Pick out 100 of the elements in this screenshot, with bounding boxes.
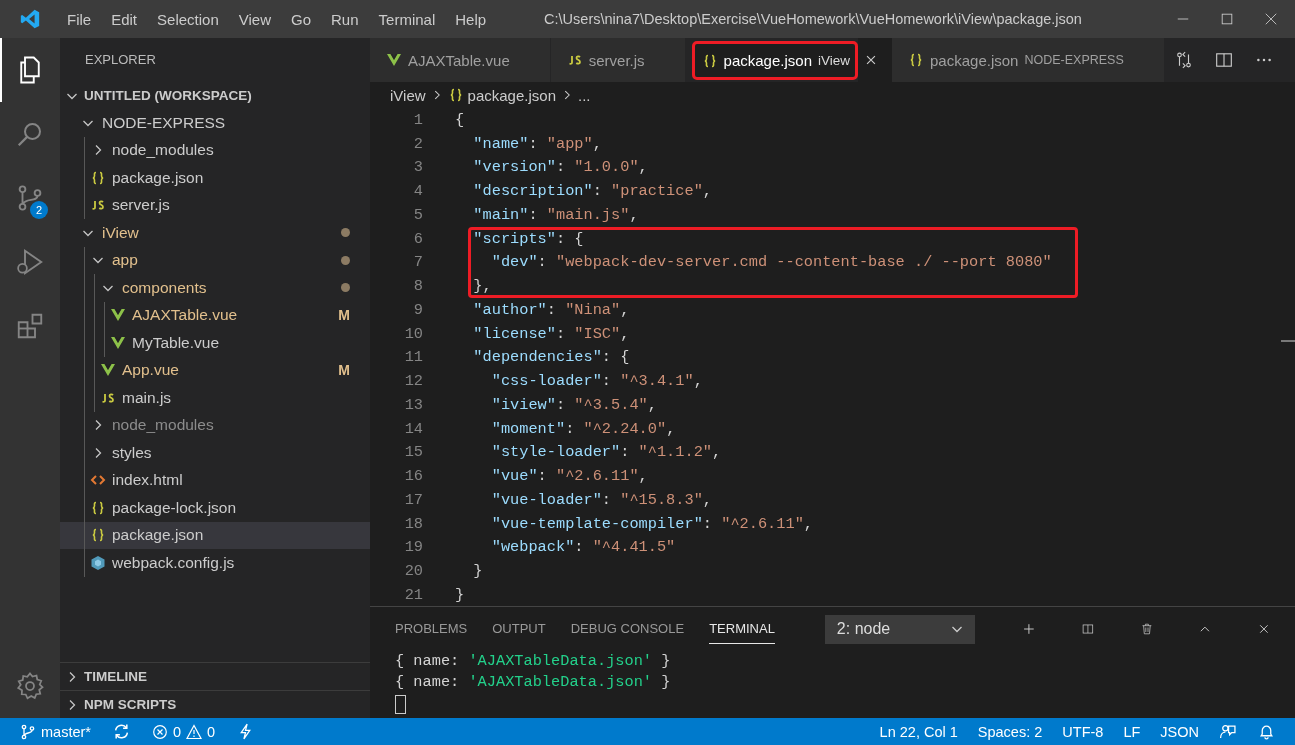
split-editor-icon[interactable] xyxy=(1215,51,1233,69)
explorer-entry[interactable]: package-lock.json xyxy=(60,494,370,522)
code-line: "vue-loader": "^15.8.3", xyxy=(490,490,713,509)
entry-name: MyTable.vue xyxy=(132,333,219,352)
status-item[interactable]: Spaces: 2 xyxy=(977,723,1043,740)
menu-item[interactable]: Help xyxy=(445,10,497,28)
sync-icon[interactable] xyxy=(112,723,130,740)
feedback-icon[interactable] xyxy=(1219,723,1236,740)
editor-tab[interactable]: package.json iView xyxy=(691,41,859,80)
line-number: 21 xyxy=(403,585,423,604)
branch-name: master* xyxy=(41,723,91,740)
tab-title: AJAXTable.vue xyxy=(408,51,510,69)
section-title: NPM SCRIPTS xyxy=(84,697,177,712)
explorer-entry[interactable]: package.json xyxy=(60,164,370,192)
menu-item[interactable]: Selection xyxy=(147,10,229,28)
panel-tab[interactable]: DEBUG CONSOLE xyxy=(570,614,685,644)
status-item[interactable]: LF xyxy=(1123,723,1141,740)
run-debug-icon[interactable] xyxy=(15,247,45,277)
menu-item[interactable]: Terminal xyxy=(368,10,446,28)
breadcrumb-item[interactable]: package.json xyxy=(467,86,556,104)
section-header[interactable]: TIMELINE xyxy=(60,662,370,690)
terminal-dropdown[interactable]: 2: node xyxy=(824,614,975,644)
explorer-entry[interactable]: AJAXTable.vue M xyxy=(60,301,370,329)
tab-title: server.js xyxy=(588,51,645,69)
terminal-cursor xyxy=(395,695,406,714)
code-line: "main": "main.js", xyxy=(472,205,639,224)
panel-tab[interactable]: OUTPUT xyxy=(492,614,546,644)
menu-item[interactable]: File xyxy=(57,10,102,28)
workspace-name: UNTITLED (WORKSPACE) xyxy=(84,88,252,103)
line-number: 12 xyxy=(403,372,423,391)
bell-icon[interactable] xyxy=(1258,723,1275,740)
code-line: } xyxy=(455,585,465,604)
status-item[interactable]: UTF-8 xyxy=(1062,723,1104,740)
entry-name: server.js xyxy=(112,196,170,215)
explorer-entry[interactable]: server.js xyxy=(60,191,370,219)
braces-icon xyxy=(90,527,106,544)
modified-letter: M xyxy=(338,307,350,324)
section-title: TIMELINE xyxy=(84,669,147,684)
branch-indicator[interactable]: master* xyxy=(20,723,91,740)
braces-icon xyxy=(90,169,106,186)
panel-tab[interactable]: PROBLEMS xyxy=(395,614,468,644)
breadcrumb-item[interactable]: iView xyxy=(390,86,426,104)
explorer-entry[interactable]: App.vue M xyxy=(60,356,370,384)
code-line: "description": "practice", xyxy=(472,182,713,201)
line-number: 17 xyxy=(403,490,423,509)
status-item[interactable]: JSON xyxy=(1160,723,1199,740)
workspace-header[interactable]: UNTITLED (WORKSPACE) xyxy=(60,82,370,109)
menu-item[interactable]: Edit xyxy=(101,10,148,28)
entry-name: App.vue xyxy=(122,361,179,380)
braces-icon xyxy=(90,499,106,516)
explorer-entry[interactable]: NODE-EXPRESS xyxy=(60,109,370,137)
explorer-entry[interactable]: iView xyxy=(60,219,370,247)
explorer-entry[interactable]: styles xyxy=(60,439,370,467)
vue-file-icon xyxy=(386,52,402,68)
entry-name: AJAXTable.vue xyxy=(132,306,238,325)
line-number: 16 xyxy=(403,467,423,486)
line-number: 7 xyxy=(412,253,423,272)
line-number: 3 xyxy=(412,158,423,177)
extensions-icon[interactable] xyxy=(15,311,45,341)
compare-changes-icon[interactable] xyxy=(1175,51,1193,69)
window-title: C:\Users\nina7\Desktop\Exercise\VueHomework\VueHomework\iView\package.json xyxy=(544,11,1082,27)
line-number: 13 xyxy=(403,395,423,414)
menu-item[interactable]: Run xyxy=(321,10,369,28)
settings-icon[interactable] xyxy=(15,671,45,701)
line-number: 2 xyxy=(412,134,423,153)
code-line: "version": "1.0.0", xyxy=(472,158,648,177)
terminal-line: { name: 'AJAXTableData.json' } xyxy=(395,651,672,672)
breadcrumb-item[interactable]: ... xyxy=(578,86,591,104)
explorer-entry[interactable]: index.html xyxy=(60,466,370,494)
line-number: 18 xyxy=(403,514,423,533)
menu-item[interactable]: Go xyxy=(281,10,321,28)
explorer-entry[interactable]: webpack.config.js xyxy=(60,549,370,577)
problems-indicator[interactable]: 0 0 xyxy=(151,723,216,740)
status-item[interactable]: Ln 22, Col 1 xyxy=(879,723,958,740)
js-file-icon xyxy=(566,52,583,68)
panel-tab[interactable]: TERMINAL xyxy=(709,614,775,644)
cube-icon xyxy=(90,554,106,571)
tab-title: package.json xyxy=(930,51,1019,69)
code-line: }, xyxy=(472,277,492,296)
code-line: "moment": "^2.24.0", xyxy=(490,419,676,438)
entry-name: node_modules xyxy=(112,416,214,435)
menu-item[interactable]: View xyxy=(228,10,281,28)
warning-icon xyxy=(186,723,203,740)
terminal-line: { name: 'AJAXTableData.json' } xyxy=(395,672,672,693)
explorer-entry[interactable]: package.json xyxy=(60,521,370,549)
explorer-entry[interactable]: node_modules xyxy=(60,411,370,439)
editor-tab[interactable]: AJAXTable.vue xyxy=(370,38,551,82)
close-icon[interactable] xyxy=(1264,12,1278,26)
code-line: "css-loader": "^3.4.1", xyxy=(490,372,703,391)
vue-file-icon xyxy=(110,334,126,351)
maximize-icon[interactable] xyxy=(1220,12,1234,26)
editor-tab[interactable]: server.js xyxy=(550,38,686,82)
explorer-entry[interactable]: components xyxy=(60,274,370,302)
entry-name: iView xyxy=(102,223,139,242)
explorer-entry[interactable]: main.js xyxy=(60,384,370,412)
explorer-entry[interactable]: app xyxy=(60,246,370,274)
modified-letter: M xyxy=(338,362,350,379)
explorer-entry[interactable]: MyTable.vue xyxy=(60,329,370,357)
editor-tab[interactable]: package.json NODE-EXPRESS xyxy=(892,38,1165,82)
explorer-entry[interactable]: node_modules xyxy=(60,136,370,164)
